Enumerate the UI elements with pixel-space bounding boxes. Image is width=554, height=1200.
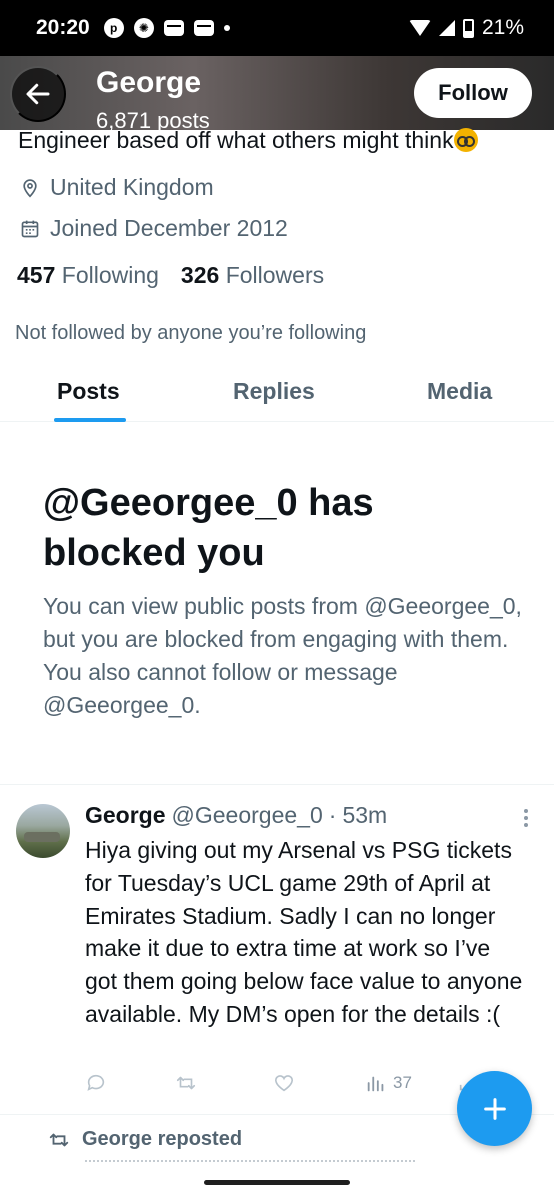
system-status: 21% [408,16,524,40]
repost-label: George reposted [82,1128,243,1150]
more-notifications-dot [223,25,230,31]
profile-tabs: Posts Replies Media [0,368,554,422]
views-chart-icon [367,1076,384,1092]
message-icon-2 [193,20,214,36]
status-time: 20:20 [36,16,90,39]
tweet-author-name[interactable]: George [85,802,166,829]
home-indicator[interactable] [204,1180,350,1185]
battery-percent: 21% [481,16,524,39]
cell-signal-icon [438,20,455,36]
message-icon [163,20,184,36]
reply-button[interactable] [85,1072,107,1094]
location-text: United Kingdom [50,174,214,200]
plus-icon [483,1097,506,1120]
notification-icons: p ✺ [103,18,230,38]
repost-icon [176,1076,196,1090]
joined-row: Joined December 2012 [20,215,288,242]
followers-link[interactable]: 326 Followers [181,262,324,289]
tweet-separator: · [328,802,337,828]
more-options-icon[interactable] [522,808,530,828]
following-label: Following [61,262,159,288]
profile-header: George 6,871 posts Follow [0,56,554,130]
calendar-icon [21,220,39,237]
app-notification-icon: ✺ [133,18,154,38]
followers-count: 326 [180,262,220,288]
not-followed-text: Not followed by anyone you’re following [15,322,367,344]
tab-replies[interactable]: Replies [233,378,315,405]
profile-bio: Engineer based off what others might thi… [18,127,538,154]
avatar[interactable] [16,804,70,858]
follow-stats: 457 Following 326 Followers [17,262,324,289]
like-button[interactable] [273,1072,295,1094]
followers-label: Followers [225,262,325,288]
location-row: United Kingdom [20,174,214,201]
joined-text: Joined December 2012 [50,215,288,241]
follow-button[interactable]: Follow [414,68,532,118]
tweet-text: Hiya giving out my Arsenal vs PSG ticket… [85,837,523,1027]
repost-indicator: George reposted [48,1128,242,1151]
divider [0,784,554,785]
repost-button[interactable] [175,1072,197,1094]
following-count: 457 [17,262,56,288]
views-count: 37 [393,1073,412,1092]
battery-icon [462,18,474,38]
reply-icon [87,1074,105,1091]
tweet-handle: @Geeorgee_0 [171,802,323,828]
following-link[interactable]: 457 Following [17,262,159,289]
nerd-face-emoji-icon [453,128,478,152]
blocked-title: @Geeorgee_0 has blocked you [43,482,374,574]
location-pin-icon [23,178,37,198]
tab-media[interactable]: Media [427,378,492,405]
next-post-partial [85,1160,415,1163]
heart-icon [274,1075,294,1092]
compose-post-button[interactable] [457,1071,532,1146]
tweet-header: George @Geeorgee_0 · 53m [85,802,387,829]
arrow-left-icon [26,83,50,105]
back-button[interactable] [10,66,66,122]
status-bar: 20:20 p ✺ 21% [0,0,554,56]
header-name: George [96,66,202,99]
active-tab-indicator [54,418,126,422]
wifi-icon [408,20,431,36]
tab-posts[interactable]: Posts [57,378,120,405]
bio-text: Engineer based off what others might thi… [18,127,454,153]
repost-icon [49,1133,69,1146]
blocked-message: You can view public posts from @Geeorgee… [43,593,522,718]
views-button[interactable]: 37 [365,1072,412,1094]
pinterest-icon: p [103,18,124,38]
tweet-time: 53m [342,802,388,828]
